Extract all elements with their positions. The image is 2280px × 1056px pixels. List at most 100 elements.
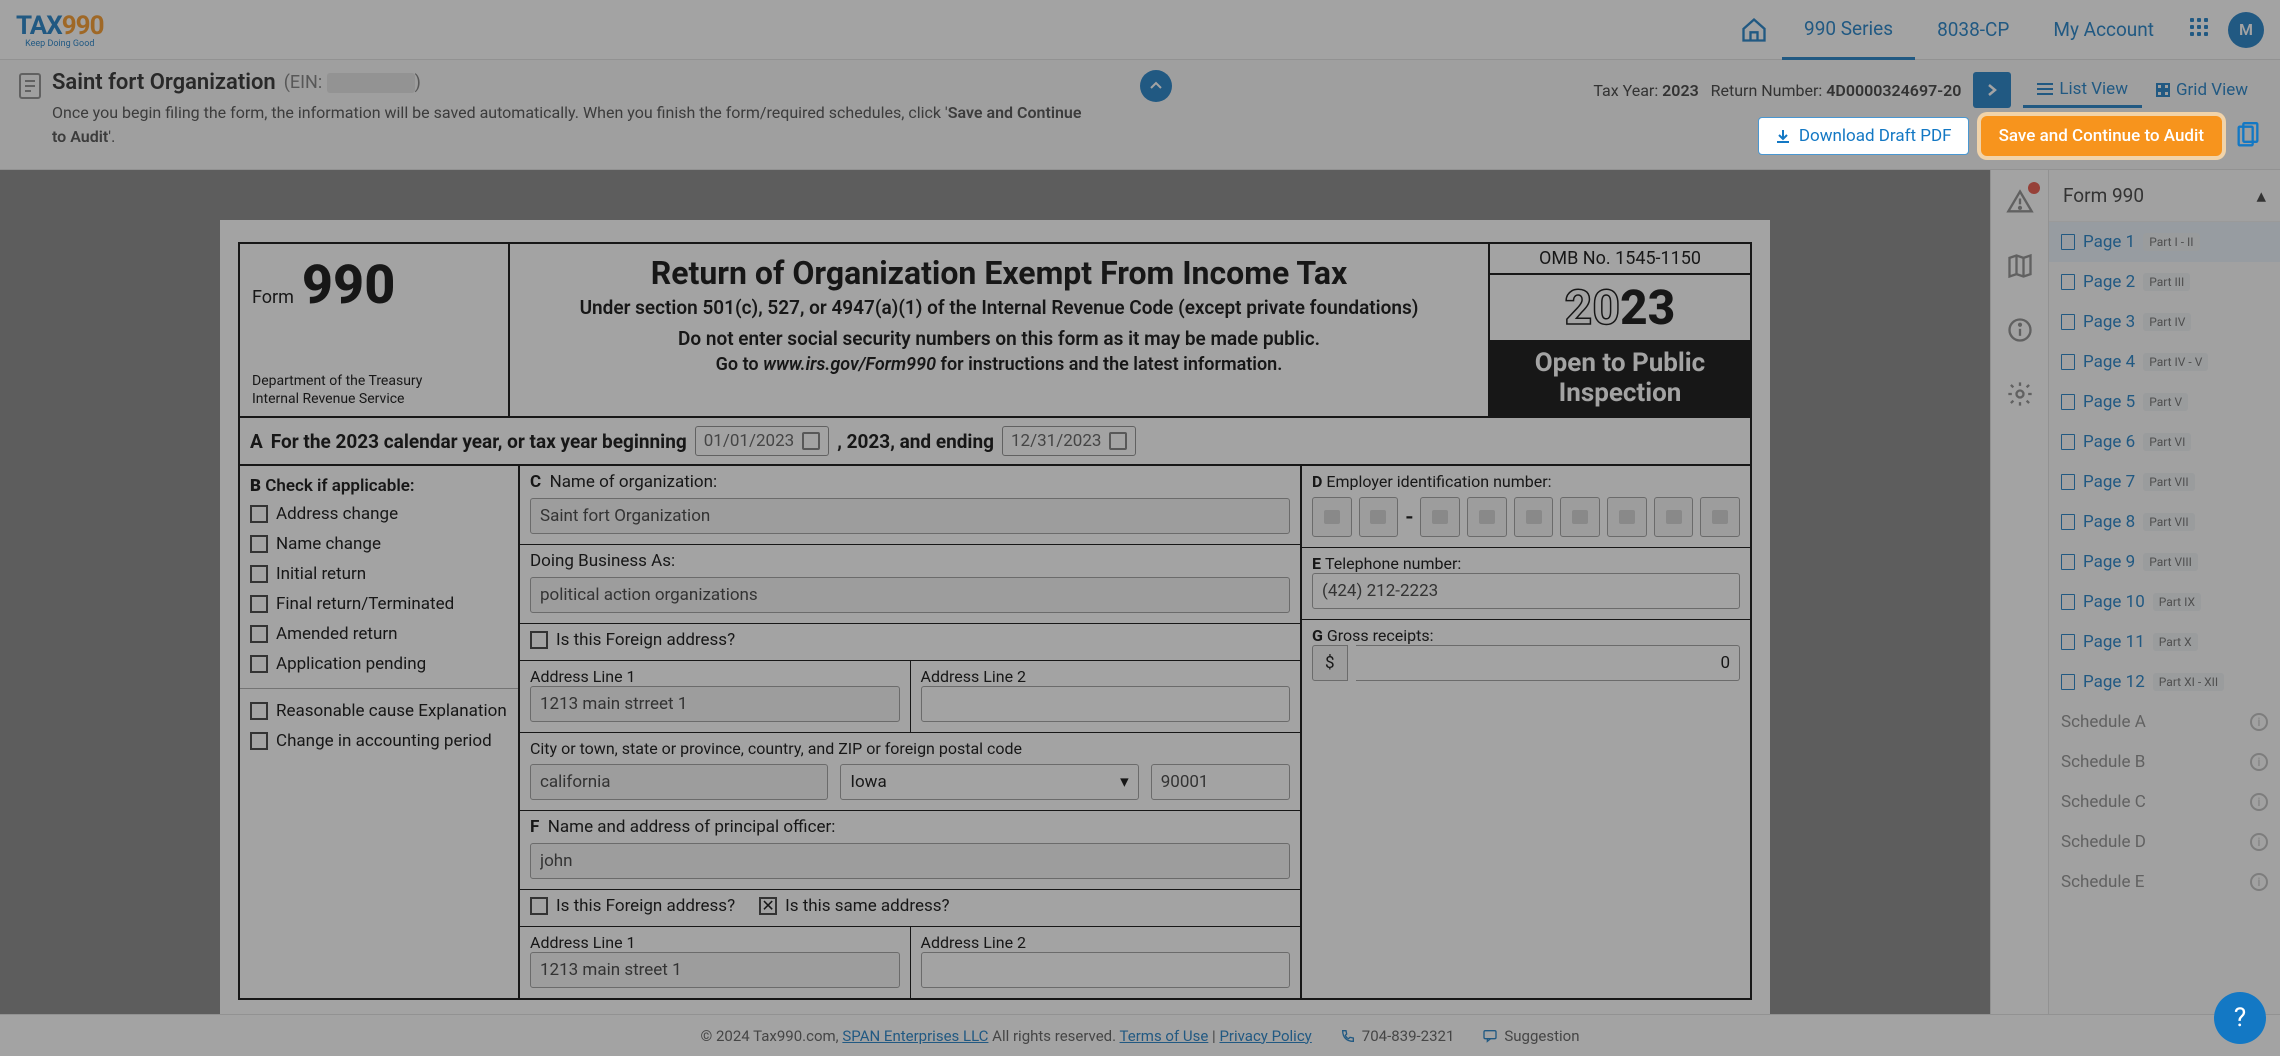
form-word: Form [252,287,294,308]
schedule-nav-item[interactable]: Schedule Ci [2049,782,2280,822]
footer: © 2024 Tax990.com, SPAN Enterprises LLC … [0,1014,2280,1056]
org-name: Saint fort Organization [52,70,276,95]
dept-text: Department of the TreasuryInternal Reven… [252,372,500,408]
form-year: 2023 [1490,275,1750,340]
phone-icon [1340,1028,1356,1044]
span-enterprises-link[interactable]: SPAN Enterprises LLC [842,1027,988,1045]
alert-icon[interactable] [2006,188,2034,216]
page-nav-item[interactable]: Page 10Part IX [2049,582,2280,622]
avatar[interactable]: M [2228,12,2264,48]
phone-contact[interactable]: 704-839-2321 [1340,1027,1455,1045]
calendar-icon [802,432,820,450]
chat-icon [1482,1028,1498,1044]
checkbox-foreign-address-officer[interactable]: Is this Foreign address? [530,896,735,916]
date-end-input[interactable]: 12/31/2023 [1002,426,1136,456]
grid-view-button[interactable]: Grid View [2142,73,2262,108]
help-fab[interactable]: ? [2214,992,2266,1044]
copy-icon[interactable] [2234,122,2262,150]
topbar: TAX990 Keep Doing Good 990 Series 8038-C… [0,0,2280,60]
suggestion-button[interactable]: Suggestion [1482,1027,1579,1045]
schedule-nav-item[interactable]: Schedule Bi [2049,742,2280,782]
org-name-input[interactable] [530,498,1290,534]
page-nav-item[interactable]: Page 1Part I - II [2049,222,2280,262]
nav-8038-cp[interactable]: 8038-CP [1915,0,2031,60]
gross-receipts-input[interactable] [1356,645,1740,681]
home-icon[interactable] [1740,16,1768,44]
officer-address-1-input[interactable] [530,952,900,988]
checkbox-reasonable-cause[interactable]: Reasonable cause Explanation [250,701,508,721]
page-nav-item[interactable]: Page 5Part V [2049,382,2280,422]
map-icon[interactable] [2006,252,2034,280]
checkbox-foreign-address[interactable]: Is this Foreign address? [530,630,1290,650]
terms-link[interactable]: Terms of Use [1120,1027,1209,1045]
page-nav-item[interactable]: Page 7Part VII [2049,462,2280,502]
form-number: 990 [302,254,395,317]
save-continue-audit-button[interactable]: Save and Continue to Audit [1981,116,2222,156]
instruction-text: Once you begin filing the form, the info… [52,101,1092,149]
schedule-nav-item[interactable]: Schedule Ei [2049,862,2280,902]
logo-990: 990 [62,11,104,41]
telephone-input[interactable] [1312,573,1740,609]
form-canvas: Form 990 Department of the TreasuryIntern… [0,170,1990,1014]
page-nav-item[interactable]: Page 11Part X [2049,622,2280,662]
date-begin-input[interactable]: 01/01/2023 [695,426,829,456]
right-rail [1990,170,2048,1014]
checkbox-application-pending[interactable]: Application pending [250,654,508,674]
page-nav-header[interactable]: Form 990 ▴ [2049,170,2280,222]
page-nav: Form 990 ▴ Page 1Part I - IIPage 2Part I… [2048,170,2280,1014]
checkbox-initial-return[interactable]: Initial return [250,564,508,584]
logo[interactable]: TAX990 Keep Doing Good [16,11,104,49]
privacy-link[interactable]: Privacy Policy [1219,1027,1311,1045]
chevron-down-icon: ▾ [1120,772,1129,792]
checkbox-amended-return[interactable]: Amended return [250,624,508,644]
dollar-prefix: $ [1312,645,1348,681]
document-icon [18,72,42,100]
checkbox-accounting-period[interactable]: Change in accounting period [250,731,508,751]
checkbox-name-change[interactable]: Name change [250,534,508,554]
footer-copyright: © 2024 Tax990.com, SPAN Enterprises LLC … [701,1027,1312,1045]
ein-input-group[interactable]: - [1302,491,1750,548]
page-nav-item[interactable]: Page 6Part VI [2049,422,2280,462]
page-nav-item[interactable]: Page 3Part IV [2049,302,2280,342]
state-select[interactable]: Iowa▾ [840,764,1138,800]
return-info: Tax Year: 2023 Return Number: 4D00003246… [1593,81,1961,100]
zip-input[interactable] [1151,764,1290,800]
form-title: Return of Organization Exempt From Incom… [540,254,1458,292]
calendar-icon [1109,432,1127,450]
collapse-button[interactable] [1140,70,1172,102]
form-subtitle-3: Go to www.irs.gov/Form990 for instructio… [540,354,1458,375]
schedule-nav-item[interactable]: Schedule Ai [2049,702,2280,742]
logo-tax: TAX [16,11,62,41]
omb-number: OMB No. 1545-1150 [1490,244,1750,275]
checkbox-same-address[interactable]: Is this same address? [759,896,949,916]
apps-grid-icon[interactable] [2190,18,2214,42]
page-nav-item[interactable]: Page 8Part VII [2049,502,2280,542]
address-line-2-input[interactable] [921,686,1291,722]
form-page: Form 990 Department of the TreasuryIntern… [220,220,1770,1014]
ein-mask [327,73,415,93]
page-nav-item[interactable]: Page 9Part VIII [2049,542,2280,582]
form-subtitle-1: Under section 501(c), 527, or 4947(a)(1)… [540,296,1458,319]
info-icon[interactable] [2006,316,2034,344]
nav-my-account[interactable]: My Account [2031,0,2176,60]
nav-990-series[interactable]: 990 Series [1782,0,1915,60]
logo-tagline: Keep Doing Good [16,39,104,49]
checkbox-final-return[interactable]: Final return/Terminated [250,594,508,614]
page-nav-item[interactable]: Page 12Part XI - XII [2049,662,2280,702]
city-input[interactable] [530,764,828,800]
open-to-public: Open to Public Inspection [1490,340,1750,416]
address-line-1-input[interactable] [530,686,900,722]
download-pdf-button[interactable]: Download Draft PDF [1758,117,1969,155]
officer-name-input[interactable] [530,843,1290,879]
list-view-button[interactable]: List View [2023,73,2142,108]
subbar: Saint fort Organization (EIN: ) Once you… [0,60,2280,170]
page-nav-item[interactable]: Page 2Part III [2049,262,2280,302]
page-nav-item[interactable]: Page 4Part IV - V [2049,342,2280,382]
ein-label: (EIN: ) [284,72,421,93]
schedule-nav-item[interactable]: Schedule Di [2049,822,2280,862]
officer-address-2-input[interactable] [921,952,1291,988]
gear-icon[interactable] [2006,380,2034,408]
next-arrow-button[interactable] [1973,72,2011,108]
dba-input[interactable] [530,577,1290,613]
checkbox-address-change[interactable]: Address change [250,504,508,524]
